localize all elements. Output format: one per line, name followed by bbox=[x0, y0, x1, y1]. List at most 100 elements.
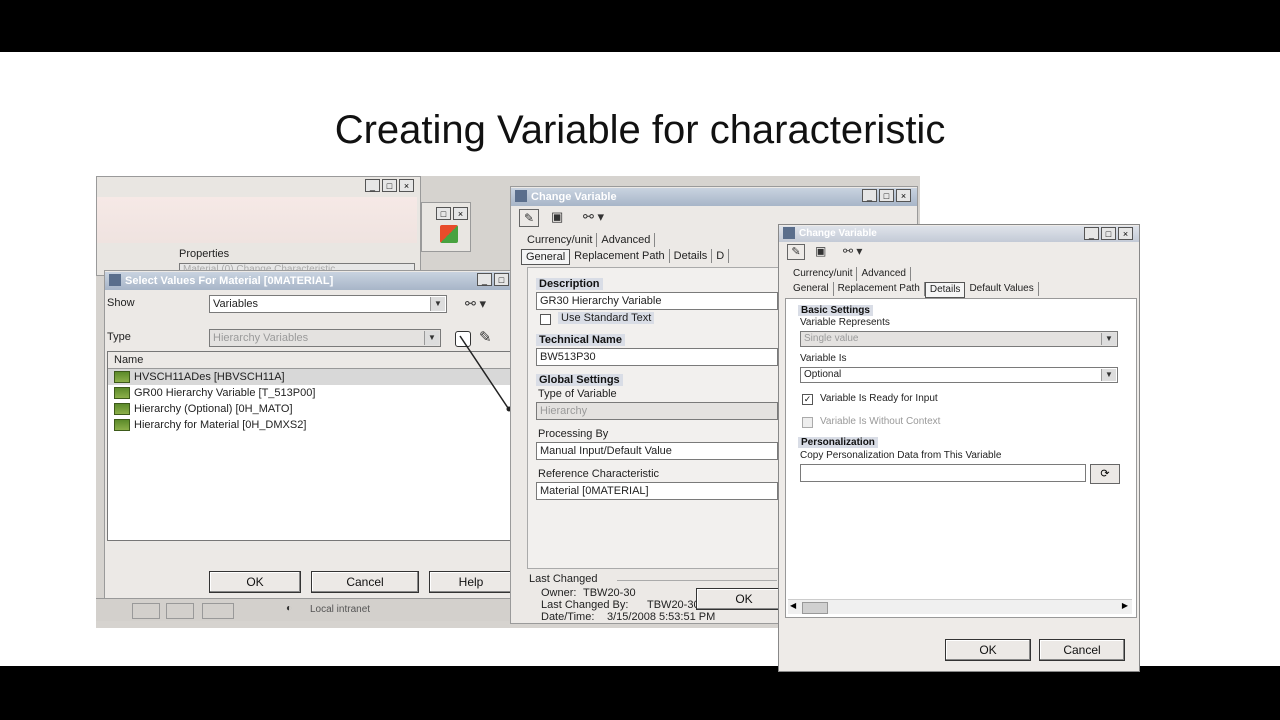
ready-for-input-label: Variable Is Ready for Input bbox=[820, 393, 938, 404]
processing-by-field[interactable]: Manual Input/Default Value bbox=[536, 442, 778, 460]
change1-controls: _ □ × bbox=[862, 189, 911, 202]
tab-default-values[interactable]: Default Values bbox=[965, 282, 1039, 296]
small-window-controls: □ × bbox=[436, 207, 468, 220]
reference-characteristic-label: Reference Characteristic bbox=[538, 468, 660, 480]
maximize-button[interactable]: □ bbox=[436, 207, 451, 220]
variable-is-label: Variable Is bbox=[800, 353, 847, 364]
tab-general[interactable]: General bbox=[521, 249, 571, 265]
change1-tabs-row1: Currency/unit Advanced bbox=[523, 233, 656, 247]
type-of-variable-field[interactable]: Hierarchy bbox=[536, 402, 778, 420]
maximize-button[interactable]: □ bbox=[494, 273, 509, 286]
maximize-button[interactable]: □ bbox=[1101, 227, 1116, 240]
taskbar-slot bbox=[166, 603, 194, 619]
taskbar: ◐ Local intranet bbox=[96, 598, 516, 621]
change-variable-dialog-2: Change Variable _ □ × ✎ ▣ ⚯ ▾ Currency/u… bbox=[778, 224, 1140, 672]
chevron-down-icon: ▼ bbox=[430, 297, 445, 311]
tab-details[interactable]: Details bbox=[924, 282, 966, 298]
change1-titlebar: Change Variable bbox=[511, 188, 917, 206]
variable-is-dropdown[interactable]: Optional ▼ bbox=[800, 367, 1118, 383]
list-item-label: Hierarchy for Material [0H_DMXS2] bbox=[134, 419, 307, 431]
slide: Creating Variable for characteristic _ □… bbox=[0, 52, 1280, 672]
list-item-label: GR00 Hierarchy Variable [T_513P00] bbox=[134, 387, 316, 399]
scroll-left-icon[interactable]: ◀ bbox=[790, 601, 796, 610]
description-field[interactable]: GR30 Hierarchy Variable bbox=[536, 292, 778, 310]
variable-represents-dropdown[interactable]: Single value ▼ bbox=[800, 331, 1118, 347]
last-changed-by-label: Last Changed By: bbox=[541, 599, 629, 611]
technical-name-field[interactable]: BW513P30 bbox=[536, 348, 778, 366]
save-icon[interactable]: ▣ bbox=[551, 209, 563, 225]
variable-represents-value: Single value bbox=[804, 333, 859, 344]
maximize-button[interactable]: □ bbox=[879, 189, 894, 202]
change2-ok-button[interactable]: OK bbox=[945, 639, 1031, 661]
taskbar-slot bbox=[202, 603, 234, 619]
change1-tabs-row2: General Replacement Path Details D bbox=[521, 249, 730, 265]
horizontal-scrollbar[interactable]: ◀ ▶ bbox=[788, 599, 1132, 614]
minimize-button[interactable]: _ bbox=[862, 189, 877, 202]
bg-window-controls: _ □ × bbox=[365, 179, 414, 192]
hierarchy-icon bbox=[114, 403, 130, 415]
chevron-down-icon: ▼ bbox=[1101, 369, 1116, 381]
status-zone-text: Local intranet bbox=[310, 604, 371, 615]
windows-logo-icon bbox=[440, 225, 458, 243]
use-standard-text-checkbox[interactable] bbox=[540, 314, 551, 325]
list-item[interactable]: Hierarchy for Material [0H_DMXS2] bbox=[108, 417, 510, 433]
help-button[interactable]: Help bbox=[429, 571, 513, 593]
chevron-down-icon: ▼ bbox=[1101, 333, 1116, 345]
close-button[interactable]: × bbox=[453, 207, 468, 220]
type-dropdown[interactable]: Hierarchy Variables ▼ bbox=[209, 329, 441, 347]
tab-advanced[interactable]: Advanced bbox=[597, 233, 656, 247]
last-changed-label: Last Changed bbox=[529, 573, 598, 585]
ok-button[interactable]: OK bbox=[209, 571, 301, 593]
variables-list: Name HVSCH11ADes [HBVSCH11A] GR00 Hierar… bbox=[107, 351, 511, 541]
view-options-icon[interactable]: ⚯ ▾ bbox=[465, 296, 486, 312]
tab-details[interactable]: Details bbox=[670, 249, 713, 263]
scrollbar-thumb[interactable] bbox=[802, 602, 828, 614]
tab-replacement-path[interactable]: Replacement Path bbox=[570, 249, 670, 263]
taskbar-slot bbox=[132, 603, 160, 619]
select-values-dialog: Select Values For Material [0MATERIAL] _… bbox=[104, 270, 513, 608]
details-panel: Basic Settings Variable Represents Singl… bbox=[785, 298, 1137, 618]
copy-personalization-label: Copy Personalization Data from This Vari… bbox=[800, 450, 1002, 461]
tab-replacement-path[interactable]: Replacement Path bbox=[834, 282, 925, 296]
pointer-arrow bbox=[459, 335, 512, 412]
change2-cancel-button[interactable]: Cancel bbox=[1039, 639, 1125, 661]
slide-title: Creating Variable for characteristic bbox=[334, 108, 946, 152]
dialog-app-icon bbox=[515, 190, 527, 202]
last-changed-divider bbox=[617, 580, 777, 581]
reference-characteristic-field[interactable]: Material [0MATERIAL] bbox=[536, 482, 778, 500]
minimize-button[interactable]: _ bbox=[1084, 227, 1099, 240]
close-button[interactable]: × bbox=[399, 179, 414, 192]
list-item[interactable]: GR00 Hierarchy Variable [T_513P00] bbox=[108, 385, 510, 401]
chevron-down-icon: ▼ bbox=[424, 331, 439, 345]
tab-advanced[interactable]: Advanced bbox=[857, 267, 911, 281]
tab-currency-unit[interactable]: Currency/unit bbox=[523, 233, 598, 247]
maximize-button[interactable]: □ bbox=[382, 179, 397, 192]
minimize-button[interactable]: _ bbox=[365, 179, 380, 192]
type-of-variable-label: Type of Variable bbox=[538, 388, 617, 400]
list-item[interactable]: Hierarchy (Optional) [0H_MATO] bbox=[108, 401, 510, 417]
ready-for-input-checkbox[interactable]: ✓ bbox=[802, 394, 813, 405]
browse-icon[interactable]: ⟳ bbox=[1090, 464, 1120, 484]
select-dialog-titlebar: Select Values For Material [0MATERIAL] bbox=[105, 272, 511, 290]
copy-personalization-field[interactable] bbox=[800, 464, 1086, 482]
edit-icon[interactable]: ✎ bbox=[787, 244, 805, 260]
minimize-button[interactable]: _ bbox=[477, 273, 492, 286]
global-settings-section: Global Settings bbox=[536, 374, 623, 386]
tab-currency-unit[interactable]: Currency/unit bbox=[789, 267, 858, 281]
edit-icon[interactable]: ✎ bbox=[519, 209, 539, 227]
settings-icon[interactable]: ⚯ ▾ bbox=[843, 244, 862, 258]
use-standard-text-label: Use Standard Text bbox=[558, 312, 655, 324]
save-icon[interactable]: ▣ bbox=[815, 244, 826, 258]
settings-icon[interactable]: ⚯ ▾ bbox=[583, 209, 604, 225]
tab-general[interactable]: General bbox=[789, 282, 834, 296]
close-button[interactable]: × bbox=[1118, 227, 1133, 240]
close-button[interactable]: × bbox=[896, 189, 911, 202]
show-dropdown[interactable]: Variables ▼ bbox=[209, 295, 447, 313]
cancel-button[interactable]: Cancel bbox=[311, 571, 419, 593]
tab-more[interactable]: D bbox=[712, 249, 730, 263]
change2-tabs-row1: Currency/unit Advanced bbox=[789, 267, 911, 281]
list-item[interactable]: HVSCH11ADes [HBVSCH11A] bbox=[108, 369, 510, 385]
without-context-checkbox[interactable] bbox=[802, 417, 813, 428]
owner-label: Owner: bbox=[541, 587, 577, 599]
scroll-right-icon[interactable]: ▶ bbox=[1122, 601, 1128, 610]
